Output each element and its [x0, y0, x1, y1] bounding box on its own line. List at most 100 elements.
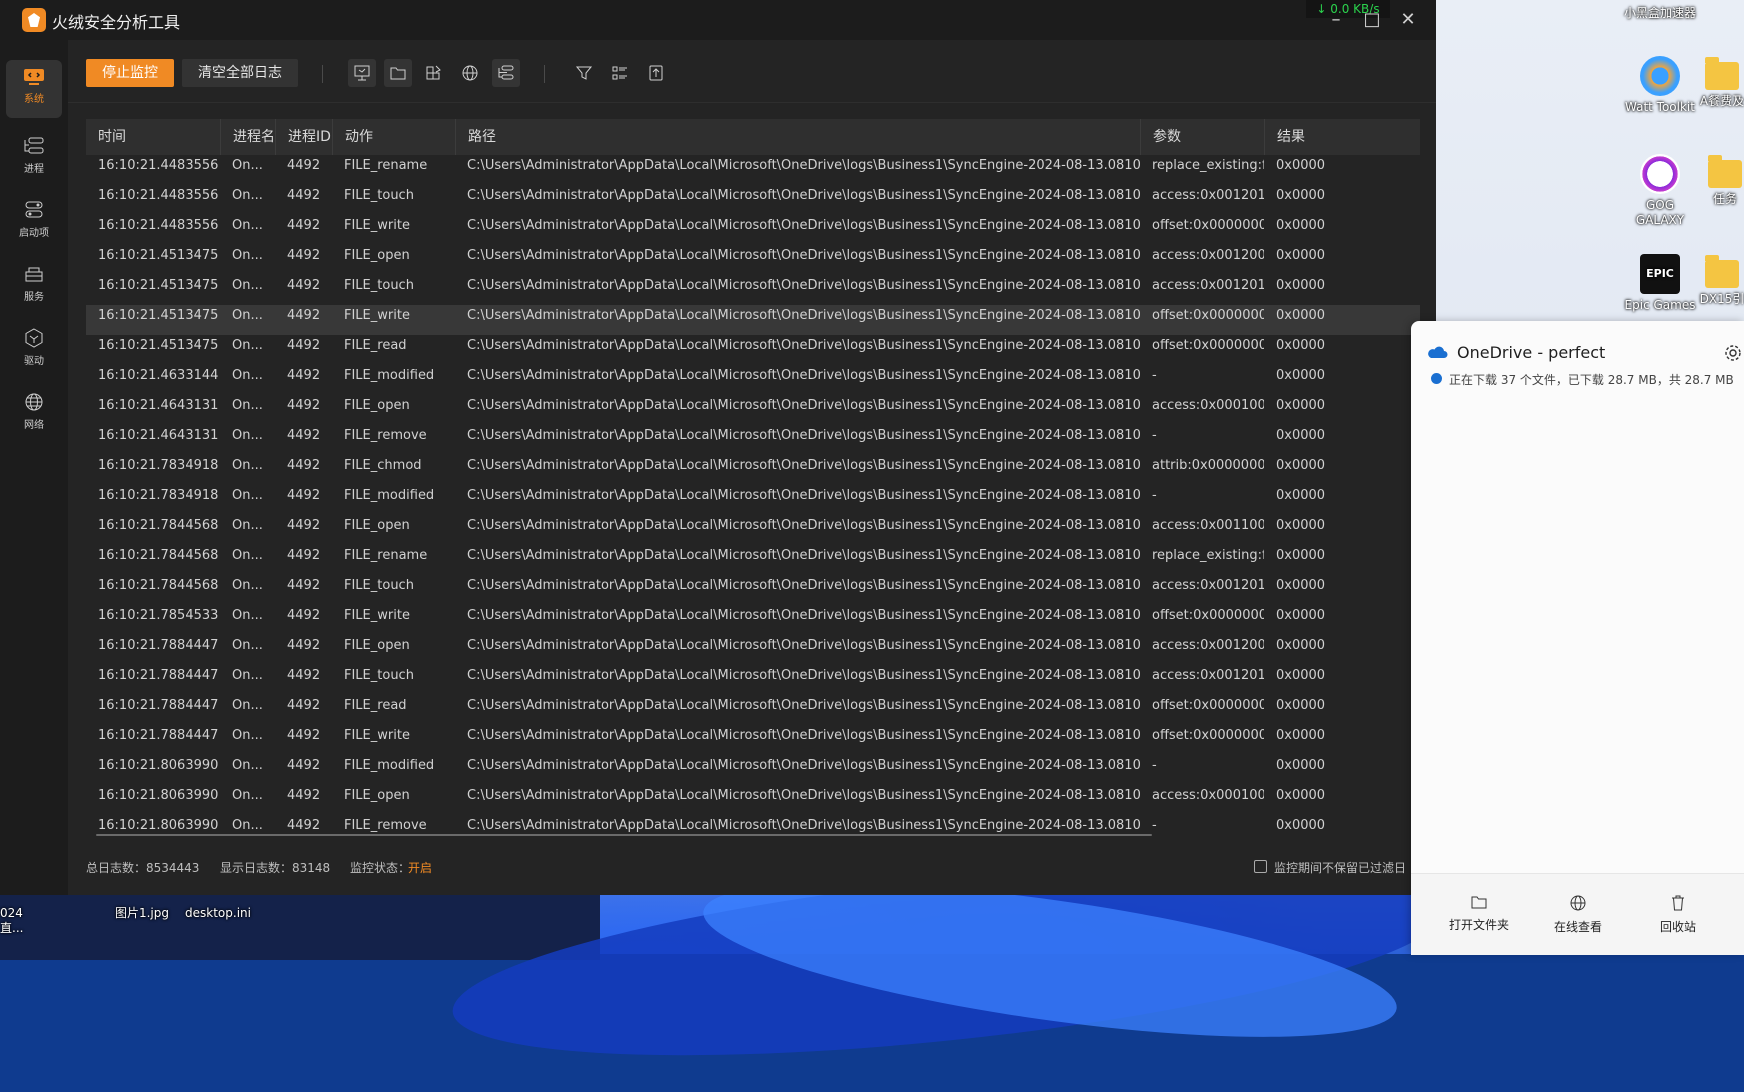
desktop-icon-gog-galaxy[interactable]: GOG GALAXY	[1622, 154, 1698, 228]
horizontal-scrollbar[interactable]	[96, 834, 1152, 836]
table-row[interactable]: 16:10:21.4643131 On... 4492 FILE_remove C:\U…	[86, 425, 1420, 455]
cell-result: 0x0000	[1276, 668, 1326, 683]
registry-icon[interactable]	[420, 59, 448, 87]
table-row[interactable]: 16:10:21.4483556 On... 4492 FILE_write C:\Us…	[86, 215, 1420, 245]
cell-time: 16:10:21.4483556	[98, 188, 219, 203]
cell-process-name: On...	[232, 818, 263, 833]
desktop-icon-watt-toolkit[interactable]: Watt Toolkit	[1622, 56, 1698, 115]
keep-filtered-checkbox[interactable]	[1254, 860, 1267, 873]
cell-params: offset:0x0000000...	[1152, 308, 1264, 323]
column-header-time[interactable]: 时间	[86, 119, 220, 155]
table-row[interactable]: 16:10:21.7884447 On... 4492 FILE_touch C:\Us…	[86, 665, 1420, 695]
sidebar-item-label: 网络	[24, 420, 44, 431]
sidebar-item-label: 启动项	[19, 228, 49, 239]
table-row[interactable]: 16:10:21.4513475 On... 4492 FILE_open C:\Use…	[86, 245, 1420, 275]
desktop-icon-heybox[interactable]: 小黑盒加速器	[1622, 6, 1698, 21]
table-row[interactable]: 16:10:21.4513475 On... 4492 FILE_touch C:\Us…	[86, 275, 1420, 305]
table-row[interactable]: 16:10:21.4513475 On... 4492 FILE_write C:\Us…	[86, 305, 1420, 335]
column-header-process-name[interactable]: 进程名	[220, 119, 275, 155]
cell-result: 0x0000	[1276, 308, 1326, 323]
table-row[interactable]: 16:10:21.7884447 On... 4492 FILE_open C:\Use…	[86, 635, 1420, 665]
column-header-pid[interactable]: 进程ID	[275, 119, 332, 155]
sidebar-item-startup[interactable]: 启动项	[6, 192, 62, 250]
cell-action: FILE_rename	[344, 548, 428, 563]
column-header-result[interactable]: 结果	[1264, 119, 1420, 155]
process-filter-icon[interactable]	[492, 59, 520, 87]
table-row[interactable]: 16:10:21.7844568 On... 4492 FILE_rename C:\U…	[86, 545, 1420, 575]
desktop-icon-image[interactable]: 图片1.jpg	[104, 906, 180, 921]
cell-path: C:\Users\Administrator\AppData\Local\Mic…	[467, 698, 1140, 713]
sidebar-item-label: 进程	[24, 164, 44, 175]
desktop-icon-folder-task[interactable]: 任务	[1700, 154, 1744, 207]
table-row[interactable]: 16:10:21.4483556 On... 4492 FILE_rename C:\U…	[86, 155, 1420, 185]
sidebar-item-process[interactable]: 进程	[6, 128, 62, 186]
sidebar-item-network[interactable]: 网络	[6, 384, 62, 442]
desktop-icon-label: Watt Toolkit	[1625, 100, 1695, 114]
desktop-icon-epic-games[interactable]: EPIC Epic Games	[1622, 254, 1698, 313]
table-body: 16:10:21.4483556 On... 4492 FILE_rename C:\U…	[86, 155, 1420, 835]
column-header-path[interactable]: 路径	[455, 119, 1140, 155]
table-row[interactable]: 16:10:21.7834918 On... 4492 FILE_chmod C:\Us…	[86, 455, 1420, 485]
cell-result: 0x0000	[1276, 428, 1326, 443]
table-row[interactable]: 16:10:21.7834918 On... 4492 FILE_modified C:…	[86, 485, 1420, 515]
globe-icon[interactable]	[456, 59, 484, 87]
desktop-icon-folder-a[interactable]: A餐费及	[1692, 56, 1744, 109]
table-row[interactable]: 16:10:21.8063990 On... 4492 FILE_remove C:\U…	[86, 815, 1420, 835]
cell-pid: 4492	[287, 698, 321, 713]
cell-path: C:\Users\Administrator\AppData\Local\Mic…	[467, 458, 1140, 473]
cell-process-name: On...	[232, 428, 263, 443]
gear-icon[interactable]	[1723, 343, 1743, 363]
cell-time: 16:10:21.4643131	[98, 398, 219, 413]
table-row[interactable]: 16:10:21.4633144 On... 4492 FILE_modified C:…	[86, 365, 1420, 395]
shown-log-count: 显示日志数：83148	[220, 861, 331, 875]
cell-action: FILE_touch	[344, 668, 414, 683]
table-row[interactable]: 16:10:21.7854533 On... 4492 FILE_write C:\Us…	[86, 605, 1420, 635]
cell-params: offset:0x0000000...	[1152, 698, 1264, 713]
list-icon[interactable]	[606, 59, 634, 87]
cell-time: 16:10:21.8063990	[98, 758, 219, 773]
recycle-bin-button[interactable]: 回收站	[1633, 894, 1723, 935]
desktop-icon-partial[interactable]: 024 直...	[0, 906, 40, 936]
sidebar-item-system[interactable]: 系统	[6, 60, 62, 118]
table-row[interactable]: 16:10:21.4513475 On... 4492 FILE_read C:\Use…	[86, 335, 1420, 365]
network-globe-icon	[25, 393, 43, 411]
close-icon[interactable]: ✕	[1394, 6, 1422, 34]
clear-all-logs-button[interactable]: 清空全部日志	[182, 59, 298, 87]
monitor-icon[interactable]	[348, 59, 376, 87]
open-folder-button[interactable]: 打开文件夹	[1434, 894, 1524, 933]
table-row[interactable]: 16:10:21.8063990 On... 4492 FILE_modified C:…	[86, 755, 1420, 785]
table-row[interactable]: 16:10:21.4483556 On... 4492 FILE_touch C:\Us…	[86, 185, 1420, 215]
cell-result: 0x0000	[1276, 698, 1326, 713]
desktop-icon-desktop-ini[interactable]: desktop.ini	[180, 906, 256, 921]
cell-params: -	[1152, 488, 1157, 503]
cell-pid: 4492	[287, 578, 321, 593]
table-row[interactable]: 16:10:21.8063990 On... 4492 FILE_open C:\Use…	[86, 785, 1420, 815]
desktop-icon-folder-dx[interactable]: DX15引	[1696, 254, 1744, 307]
view-online-button[interactable]: 在线查看	[1533, 894, 1623, 935]
gog-galaxy-icon	[1640, 154, 1680, 194]
column-header-params[interactable]: 参数	[1140, 119, 1264, 155]
onedrive-sync-status: 正在下载 37 个文件，已下载 28.7 MB，共 28.7 MB	[1449, 373, 1734, 387]
minimize-icon[interactable]: –	[1322, 6, 1350, 34]
onedrive-title: OneDrive - perfect	[1457, 343, 1606, 362]
maximize-icon[interactable]: □	[1358, 6, 1386, 34]
folder-icon[interactable]	[384, 59, 412, 87]
column-header-action[interactable]: 动作	[332, 119, 455, 155]
cell-pid: 4492	[287, 368, 321, 383]
sidebar-item-service[interactable]: 服务	[6, 256, 62, 314]
table-row[interactable]: 16:10:21.7884447 On... 4492 FILE_write C:\Us…	[86, 725, 1420, 755]
filter-icon[interactable]	[570, 59, 598, 87]
table-row[interactable]: 16:10:21.7844568 On... 4492 FILE_touch C:\Us…	[86, 575, 1420, 605]
desktop-icon-label: 任务	[1712, 192, 1737, 206]
stop-monitor-button[interactable]: 停止监控	[86, 59, 174, 87]
epic-games-icon: EPIC	[1640, 254, 1680, 294]
cell-time: 16:10:21.8063990	[98, 818, 219, 833]
onedrive-flyout: OneDrive - perfect 正在下载 37 个文件，已下载 28.7 …	[1411, 321, 1744, 955]
sidebar-item-driver[interactable]: 驱动	[6, 320, 62, 378]
export-icon[interactable]	[642, 59, 670, 87]
cell-time: 16:10:21.7844568	[98, 548, 219, 563]
cell-time: 16:10:21.7854533	[98, 608, 219, 623]
table-row[interactable]: 16:10:21.4643131 On... 4492 FILE_open C:\Use…	[86, 395, 1420, 425]
table-row[interactable]: 16:10:21.7844568 On... 4492 FILE_open C:\Use…	[86, 515, 1420, 545]
table-row[interactable]: 16:10:21.7884447 On... 4492 FILE_read C:\Use…	[86, 695, 1420, 725]
